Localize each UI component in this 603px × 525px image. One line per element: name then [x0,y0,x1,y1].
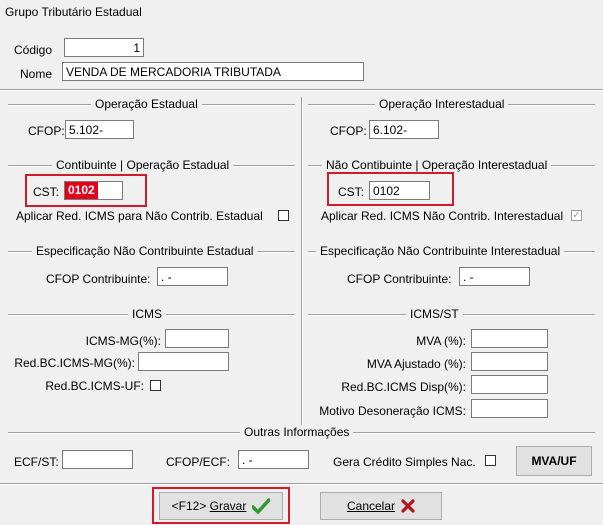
contribuinte-cst-label: CST: [33,185,60,199]
nao-contribuinte-aplicar-checkbox[interactable]: ✓ [571,210,582,221]
redbc-uf-label: Red.BC.ICMS-UF: [45,379,144,393]
mva-label: MVA (%): [416,334,466,348]
redbc-disp-label: Red.BC.ICMS Disp(%): [341,380,466,394]
mva-field[interactable] [471,329,548,348]
espec-interestadual-cfop-label: CFOP Contribuinte: [347,272,452,286]
espec-interestadual-cfop-field[interactable]: . - [459,267,530,286]
cancelar-label: Cancelar [346,499,396,513]
ecf-st-field[interactable] [62,450,133,469]
icms-st-caption: ICMS/ST [406,307,463,321]
gera-credito-label: Gera Crédito Simples Nac. [333,455,476,469]
redbc-uf-checkbox[interactable] [150,380,161,391]
nao-contribuinte-aplicar-label: Aplicar Red. ICMS Não Contrib. Interesta… [321,209,564,223]
motivo-field[interactable] [471,399,548,418]
op-interestadual-cfop-label: CFOP: [330,124,367,138]
gera-credito-checkbox[interactable] [485,455,496,466]
op-estadual-cfop-label: CFOP: [28,124,65,138]
op-interestadual-cfop-field[interactable]: 6.102- [369,120,439,139]
outras-caption: Outras Informações [240,425,354,439]
icms-caption: ICMS [128,307,166,321]
espec-estadual-cfop-label: CFOP Contribuinte: [46,272,151,286]
checkmark-icon: ✓ [572,210,581,221]
top-separator [0,89,603,91]
nome-field[interactable]: VENDA DE MERCADORIA TRIBUTADA [62,62,364,81]
cfop-ecf-label: CFOP/ECF: [166,455,231,469]
nao-contribuinte-caption: Não Contibuinte | Operação Interestadual [322,158,552,172]
icms-mg-label: ICMS-MG(%): [85,334,161,348]
contribuinte-aplicar-label: Aplicar Red. ICMS para Não Contrib. Esta… [16,209,263,223]
espec-interestadual-caption: Especificação Não Contribuinte Interesta… [316,244,565,258]
checkmark-icon [252,498,271,514]
codigo-field[interactable]: 1 [64,38,144,57]
gravar-label: Gravar [209,499,247,513]
nao-contribuinte-cst-field[interactable]: 0102 [369,181,430,200]
op-interestadual-caption: Operação Interestadual [375,97,509,111]
icms-mg-field[interactable] [165,329,229,348]
mva-ajustado-label: MVA Ajustado (%): [366,357,466,371]
cfop-ecf-field[interactable]: . - [238,450,309,469]
contribuinte-caption: Contibuinte | Operação Estadual [52,158,234,172]
op-estadual-caption: Operação Estadual [91,97,202,111]
contribuinte-aplicar-checkbox[interactable] [278,210,289,221]
motivo-label: Motivo Desoneração ICMS: [319,404,466,418]
codigo-label: Código [14,43,53,57]
contribuinte-cst-value: 0102 [65,182,98,199]
mva-uf-button[interactable]: MVA/UF [516,446,592,476]
espec-estadual-cfop-field[interactable]: . - [157,267,228,286]
redbc-mg-field[interactable] [138,352,229,371]
redbc-mg-label: Red.BC.ICMS-MG(%): [14,356,135,370]
mva-ajustado-field[interactable] [471,352,548,371]
espec-estadual-caption: Especificação Não Contribuinte Estadual [32,244,258,258]
nao-contribuinte-cst-label: CST: [338,185,365,199]
close-icon [401,499,415,513]
contribuinte-cst-field[interactable]: 0102 [64,181,123,200]
op-estadual-cfop-field[interactable]: 5.102- [65,120,134,139]
gravar-button[interactable]: <F12> Gravar [159,492,283,520]
window-title: Grupo Tributário Estadual [5,5,142,19]
cancelar-button[interactable]: Cancelar [320,492,442,520]
nome-label: Nome [20,67,53,81]
ecf-st-label: ECF/ST: [14,455,59,469]
redbc-disp-field[interactable] [471,375,548,394]
gravar-shortcut: <F12> [171,499,210,513]
